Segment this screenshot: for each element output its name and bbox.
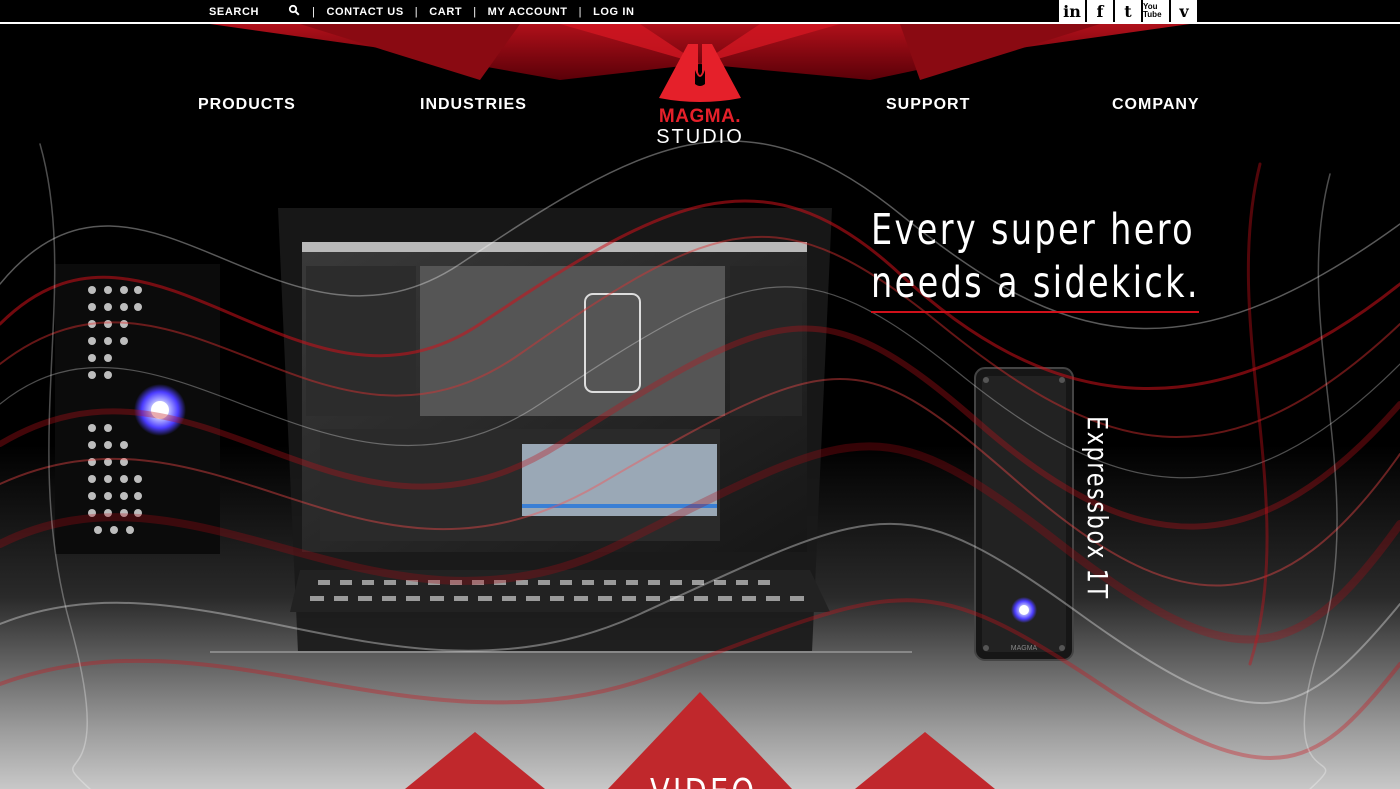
hero-headline: Every super hero needs a sidekick. bbox=[871, 204, 1200, 310]
product-name-text: Expressbox 1T bbox=[1081, 416, 1114, 600]
device-brand-label: MAGMA bbox=[1011, 645, 1038, 652]
nav-support[interactable]: SUPPORT bbox=[886, 96, 970, 114]
my-account-link[interactable]: MY ACCOUNT bbox=[488, 6, 568, 18]
search-icon[interactable] bbox=[288, 4, 300, 16]
contact-us-link[interactable]: CONTACT US bbox=[326, 6, 403, 18]
magma-studio-logo[interactable]: MAGMA. STUDIO bbox=[645, 40, 755, 150]
nav-industries[interactable]: INDUSTRIES bbox=[420, 96, 527, 114]
top-utility-bar: SEARCH | CONTACT US | CART | MY ACCOUNT … bbox=[0, 0, 1400, 24]
hero-banner: MAGMA PRODUCTS INDUSTRIES SUPPORT COMPAN… bbox=[0, 24, 1400, 789]
vimeo-icon[interactable]: v bbox=[1171, 0, 1197, 22]
social-links: in f t You Tube v bbox=[1059, 0, 1197, 22]
tumblr-icon[interactable]: t bbox=[1115, 0, 1141, 22]
separator: | bbox=[578, 6, 583, 18]
logo-sub-text: STUDIO bbox=[656, 126, 744, 148]
separator: | bbox=[473, 6, 477, 18]
nav-company[interactable]: COMPANY bbox=[1112, 96, 1200, 114]
section-label-video[interactable]: VIDEO bbox=[650, 772, 757, 789]
headline-line-2: needs a sidekick. bbox=[871, 258, 1200, 308]
nav-products[interactable]: PRODUCTS bbox=[198, 96, 296, 114]
search-label[interactable]: SEARCH bbox=[209, 6, 259, 18]
separator: | bbox=[312, 6, 316, 18]
headline-underline bbox=[871, 311, 1199, 313]
utility-links: | CONTACT US | CART | MY ACCOUNT | LOG I… bbox=[312, 6, 635, 18]
product-name-label[interactable]: Expressbox 1T bbox=[1081, 416, 1114, 616]
linkedin-icon[interactable]: in bbox=[1059, 0, 1085, 22]
log-in-link[interactable]: LOG IN bbox=[593, 6, 635, 18]
youtube-icon[interactable]: You Tube bbox=[1143, 0, 1169, 22]
logo-brand-text: MAGMA. bbox=[658, 106, 742, 127]
separator: | bbox=[414, 6, 419, 18]
cart-link[interactable]: CART bbox=[429, 6, 462, 18]
magma-logo-mark-icon bbox=[659, 44, 741, 102]
headline-line-1: Every super hero bbox=[871, 205, 1195, 255]
facebook-icon[interactable]: f bbox=[1087, 0, 1113, 22]
